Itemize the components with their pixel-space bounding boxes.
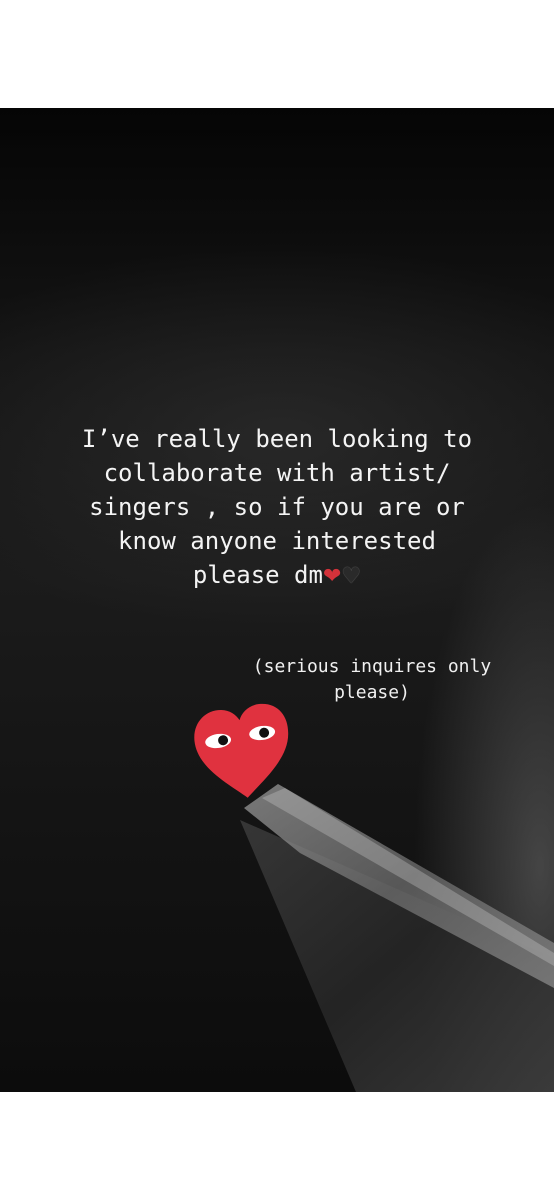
note-line-1: (serious inquires only xyxy=(252,656,492,677)
caption-line-4: know anyone interested xyxy=(118,527,436,555)
story-image: I’ve really been looking to collaborate … xyxy=(0,108,554,1092)
caption-line-5: please dm❤♥ xyxy=(22,558,532,594)
background-photo xyxy=(240,784,554,1092)
caption-line-3: singers , so if you are or xyxy=(89,493,465,521)
black-heart-emoji-icon: ♥ xyxy=(341,564,362,589)
caption-line-1: I’ve really been looking to xyxy=(81,425,473,453)
sticker-heart-shape xyxy=(194,704,289,798)
story-caption: I’ve really been looking to collaborate … xyxy=(22,422,532,594)
red-heart-emoji-icon: ❤ xyxy=(322,564,342,589)
heart-with-eyes-icon xyxy=(194,704,289,798)
caption-line-2: collaborate with artist/ xyxy=(103,459,451,487)
caption-hearts: ❤♥ xyxy=(323,564,361,589)
caption-line-5-text: please dm xyxy=(192,561,323,589)
screenshot-frame: I’ve really been looking to collaborate … xyxy=(0,0,554,1200)
